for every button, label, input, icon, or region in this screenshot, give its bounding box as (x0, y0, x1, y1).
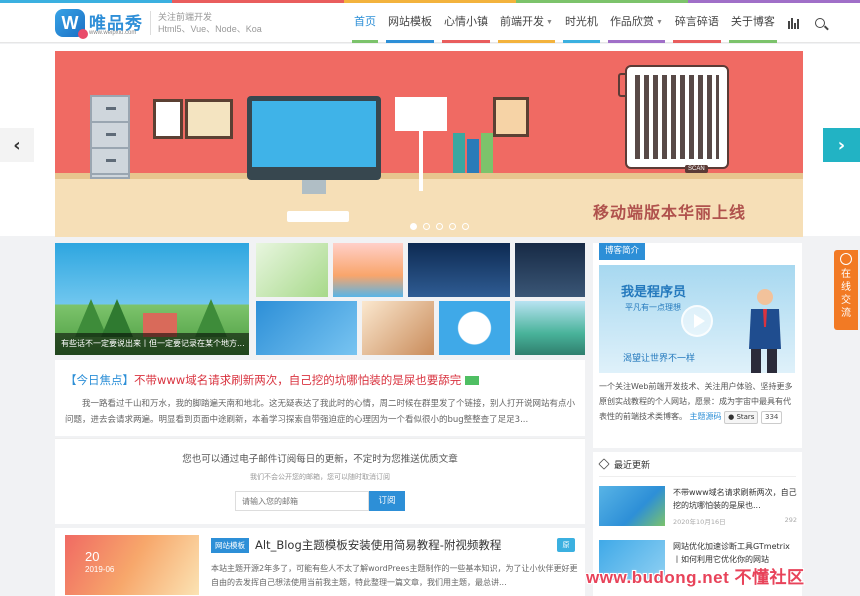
today-focus: 【今日焦点】不带www域名请求刷新两次，自己挖的坑哪怕装的是屎也要舔完 我一路看… (55, 360, 585, 436)
monitor-illustration (247, 96, 381, 194)
banner-caption: 移动端版本华丽上线 (593, 203, 747, 222)
chevron-right-icon: › (837, 134, 846, 156)
gallery-hero-image[interactable]: 有些话不一定要说出来丨但一定要记录在某个地方... (55, 243, 249, 355)
about-heading: 博客简介 (599, 243, 646, 260)
about-img-subtitle: 平凡有一点理想 (625, 303, 681, 312)
post-excerpt: 本站主题开源2年多了，可能有些人不太了解wordPrees主题制作的一些基本知识… (211, 564, 578, 587)
post-day: 20 (85, 549, 100, 564)
site-logo[interactable]: W 唯品秀 www.weipxiu.com (55, 7, 147, 39)
main-nav: 首页 网站模板 心情小镇 前端开发 ▼ 时光机 作品欣赏 ▼ 碎言碎语 关于博客 (348, 3, 833, 43)
businessman-illustration (749, 289, 781, 373)
scan-label: SCAN (685, 165, 708, 173)
picture-frame-illustration (153, 99, 183, 139)
about-video[interactable]: 我是程序员 平凡有一点理想 渴望让世界不一样 (599, 265, 795, 373)
logo-url: www.weipxiu.com (89, 30, 137, 36)
gallery-thumb[interactable] (515, 243, 585, 297)
github-stars-button[interactable]: ● Stars (724, 411, 759, 424)
subscribe-button[interactable]: 订阅 (369, 491, 405, 511)
post-thumbnail[interactable]: 20 2019-06 (65, 535, 199, 595)
original-badge: 原 (557, 538, 575, 552)
recent-thumb[interactable] (599, 486, 665, 526)
gallery-thumb[interactable] (515, 301, 585, 355)
github-icon: ● (728, 413, 735, 421)
nav-works[interactable]: 作品欣赏 ▼ (604, 3, 669, 43)
recent-date: 2020年10月16日 (673, 518, 726, 526)
qr-code (625, 65, 729, 169)
about-text: 一个关注Web前端开发技术、关注用户体验、坚持更多原创实战教程的个人网站，愿景：… (599, 379, 797, 424)
recent-title[interactable]: 不带www域名请求刷新两次，自己挖的坑哪怕装的是屎也... (673, 486, 797, 512)
books-illustration (453, 129, 515, 173)
slider-dot[interactable] (410, 223, 417, 230)
slider-dot[interactable] (449, 223, 456, 230)
logo-mark-icon: W (55, 9, 88, 39)
stats-button[interactable] (781, 3, 807, 43)
slogan-line-2: Html5、Vue、Node、Koa (158, 24, 262, 34)
post-title[interactable]: Alt_Blog主题模板安装使用简易教程-附视频教程 (255, 537, 501, 553)
nav-templates[interactable]: 网站模板 (382, 3, 438, 43)
focus-excerpt: 我一路看过千山和万水，我的脚踏遍天南和地北。这无疑表达了我此时的心情，周二时候在… (65, 399, 576, 425)
sidebar-about: 博客简介 我是程序员 平凡有一点理想 渴望让世界不一样 一个关注Web前端开发技… (593, 243, 802, 448)
bar-chart-icon (788, 17, 800, 29)
nav-about[interactable]: 关于博客 (725, 3, 781, 43)
focus-tag: 【今日焦点】 (65, 373, 134, 387)
banner-slide[interactable]: SCAN 移动端版本华丽上线 (55, 51, 803, 237)
watermark: www.budong.net 不懂社区 (586, 568, 805, 587)
chevron-left-icon: ‹ (13, 134, 21, 156)
lamp-illustration (395, 97, 447, 191)
post-card: 20 2019-06 网站模板 Alt_Blog主题模板安装使用简易教程-附视频… (55, 528, 585, 596)
subscribe-note: 我们不会公开您的邮箱，您可以随时取消订阅 (250, 473, 390, 481)
gallery-thumb[interactable] (408, 243, 510, 297)
subscribe-title: 您也可以通过电子邮件订阅每日的更新，不定时为您推送优质文章 (182, 454, 458, 465)
nav-notes[interactable]: 碎言碎语 (669, 3, 725, 43)
search-button[interactable] (807, 3, 833, 43)
gallery-thumb[interactable] (256, 243, 328, 297)
gallery-thumb[interactable] (333, 243, 403, 297)
banner-section: SCAN 移动端版本华丽上线 (0, 44, 860, 237)
play-icon[interactable] (681, 305, 713, 337)
chevron-down-icon: ▼ (655, 19, 663, 26)
gallery-hero-caption: 有些话不一定要说出来丨但一定要记录在某个地方... (55, 333, 249, 355)
chevron-down-icon: ▼ (546, 19, 553, 26)
gallery-thumb[interactable] (439, 301, 510, 355)
recent-views: 292 (784, 516, 797, 524)
gallery-thumb[interactable] (362, 301, 434, 355)
post-month: 2019-06 (85, 565, 115, 574)
slider-dot[interactable] (436, 223, 443, 230)
github-stars-count: 334 (761, 411, 783, 424)
slider-dots (410, 223, 469, 230)
theme-source-link[interactable]: 主题源码 (690, 412, 722, 421)
gallery-thumb[interactable] (256, 301, 357, 355)
recent-heading: 最近更新 (599, 458, 650, 471)
post-date: 20 2019-06 (85, 549, 114, 574)
nav-timemachine[interactable]: 时光机 (559, 3, 604, 43)
slider-prev-button[interactable]: ‹ (0, 128, 34, 162)
recent-item[interactable]: 不带www域名请求刷新两次，自己挖的坑哪怕装的是屎也... 2020年10月16… (599, 486, 797, 528)
about-img-slogan: 渴望让世界不一样 (623, 354, 696, 364)
site-slogan: 关注前端开发 Html5、Vue、Node、Koa (150, 11, 262, 35)
cabinet-illustration (90, 95, 130, 179)
search-icon (814, 18, 825, 28)
online-chat-tab[interactable]: 在 线 交 流 (834, 250, 858, 330)
email-subscribe: 您也可以通过电子邮件订阅每日的更新，不定时为您推送优质文章 我们不会公开您的邮箱… (55, 438, 585, 524)
keyboard-illustration (287, 211, 349, 222)
slogan-line-1: 关注前端开发 (158, 12, 213, 22)
about-img-title: 我是程序员 (621, 285, 687, 300)
email-input[interactable] (235, 491, 369, 511)
slider-next-button[interactable]: › (823, 128, 860, 162)
flag-icon (465, 376, 480, 385)
nav-frontend[interactable]: 前端开发 ▼ (494, 3, 559, 43)
nav-mood[interactable]: 心情小镇 (438, 3, 494, 43)
post-category[interactable]: 网站模板 (211, 538, 249, 553)
nav-home[interactable]: 首页 (348, 3, 382, 43)
slider-dot[interactable] (462, 223, 469, 230)
focus-title-link[interactable]: 【今日焦点】不带www域名请求刷新两次，自己挖的坑哪怕装的是屎也要舔完 (65, 372, 480, 388)
picture-frame-illustration (185, 99, 233, 139)
focus-title: 不带www域名请求刷新两次，自己挖的坑哪怕装的是屎也要舔完 (134, 373, 462, 387)
site-header: W 唯品秀 www.weipxiu.com 关注前端开发 Html5、Vue、N… (0, 3, 860, 43)
slider-dot[interactable] (423, 223, 430, 230)
